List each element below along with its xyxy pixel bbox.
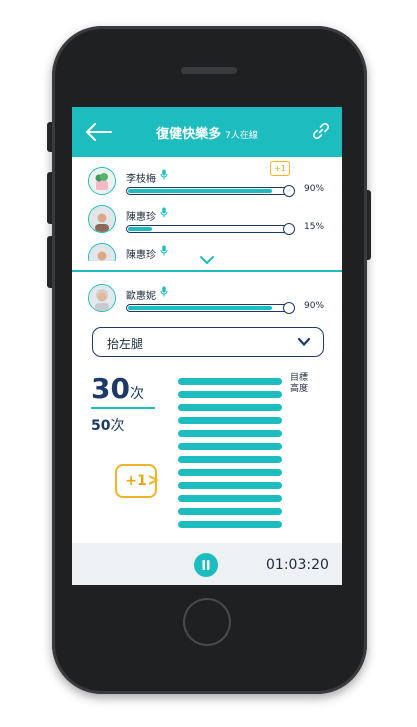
height-bar: [178, 378, 282, 385]
top-bar: 復健快樂多 7人在線: [72, 107, 342, 157]
microphone-icon: [160, 207, 168, 218]
height-bar: [178, 443, 282, 450]
progress-track: [126, 223, 295, 235]
expand-chevron-icon[interactable]: [199, 255, 215, 265]
app-screen: 復健快樂多 7人在線 李枝梅 +1 90% 陳惠珍 15% 陳惠珍 歐惠妮 90…: [72, 107, 342, 585]
goal-height-label: 目標高度: [290, 373, 309, 394]
chevron-down-icon: [297, 337, 311, 346]
rep-target-number: 50: [91, 418, 111, 434]
session-timer: 01:03:20: [266, 557, 329, 573]
rep-target: 50次: [91, 415, 124, 435]
avatar: [88, 167, 116, 195]
progress-fill: [128, 227, 152, 231]
participant-row: 李枝梅 +1 90%: [88, 161, 328, 197]
progress-knob: [283, 223, 295, 235]
rep-count-unit: 次: [129, 386, 144, 402]
height-bar: [178, 417, 282, 424]
bottom-bar: 01:03:20: [72, 543, 342, 585]
progress-percent: 90%: [304, 184, 325, 194]
progress-fill: [128, 306, 272, 310]
height-bar: [178, 482, 282, 489]
height-bar: [178, 404, 282, 411]
speaker-grille: [181, 67, 237, 74]
height-bar: [178, 469, 282, 476]
height-bar: [178, 456, 282, 463]
participant-name: 陳惠珍: [126, 250, 156, 261]
link-icon[interactable]: [312, 122, 330, 140]
height-bar: [178, 430, 282, 437]
microphone-icon: [160, 169, 168, 180]
participant-name: 陳惠珍: [126, 212, 156, 223]
rep-target-unit: 次: [110, 418, 125, 434]
progress-fill: [128, 189, 272, 193]
exercise-selected-label: 抬左腿: [107, 337, 144, 351]
progress-knob: [283, 185, 295, 197]
height-bar: [178, 521, 282, 528]
online-count: 7人在線: [225, 131, 258, 141]
exercise-select[interactable]: 抬左腿: [92, 327, 324, 357]
progress-percent: 15%: [304, 222, 325, 232]
progress-percent: 90%: [304, 301, 325, 311]
pause-icon: [202, 560, 210, 570]
progress-track: [126, 185, 295, 197]
progress-track: [126, 302, 295, 314]
microphone-icon: [160, 245, 168, 256]
divider: [72, 270, 342, 272]
plus-one-badge: +1: [270, 161, 290, 176]
page-title: 復健快樂多: [156, 127, 222, 142]
avatar: [88, 243, 116, 261]
rep-count-number: 30: [91, 372, 130, 405]
current-user-row: 歐惠妮 90%: [88, 284, 328, 314]
rep-count: 30次: [91, 372, 144, 405]
height-bar: [178, 508, 282, 515]
count-divider: [91, 407, 155, 409]
participant-row: 陳惠珍 15%: [88, 205, 328, 235]
avatar: [88, 284, 116, 312]
current-user-name: 歐惠妮: [126, 291, 156, 302]
participant-name: 李枝梅: [126, 174, 156, 185]
home-button[interactable]: [183, 598, 231, 646]
pause-button[interactable]: [194, 553, 218, 577]
height-bars: [178, 378, 282, 534]
height-bar: [178, 391, 282, 398]
height-bar: [178, 495, 282, 502]
badge-pointer: [149, 475, 158, 485]
microphone-icon: [160, 286, 168, 297]
progress-knob: [283, 302, 295, 314]
title-area: 復健快樂多 7人在線: [72, 123, 342, 142]
avatar: [88, 205, 116, 233]
